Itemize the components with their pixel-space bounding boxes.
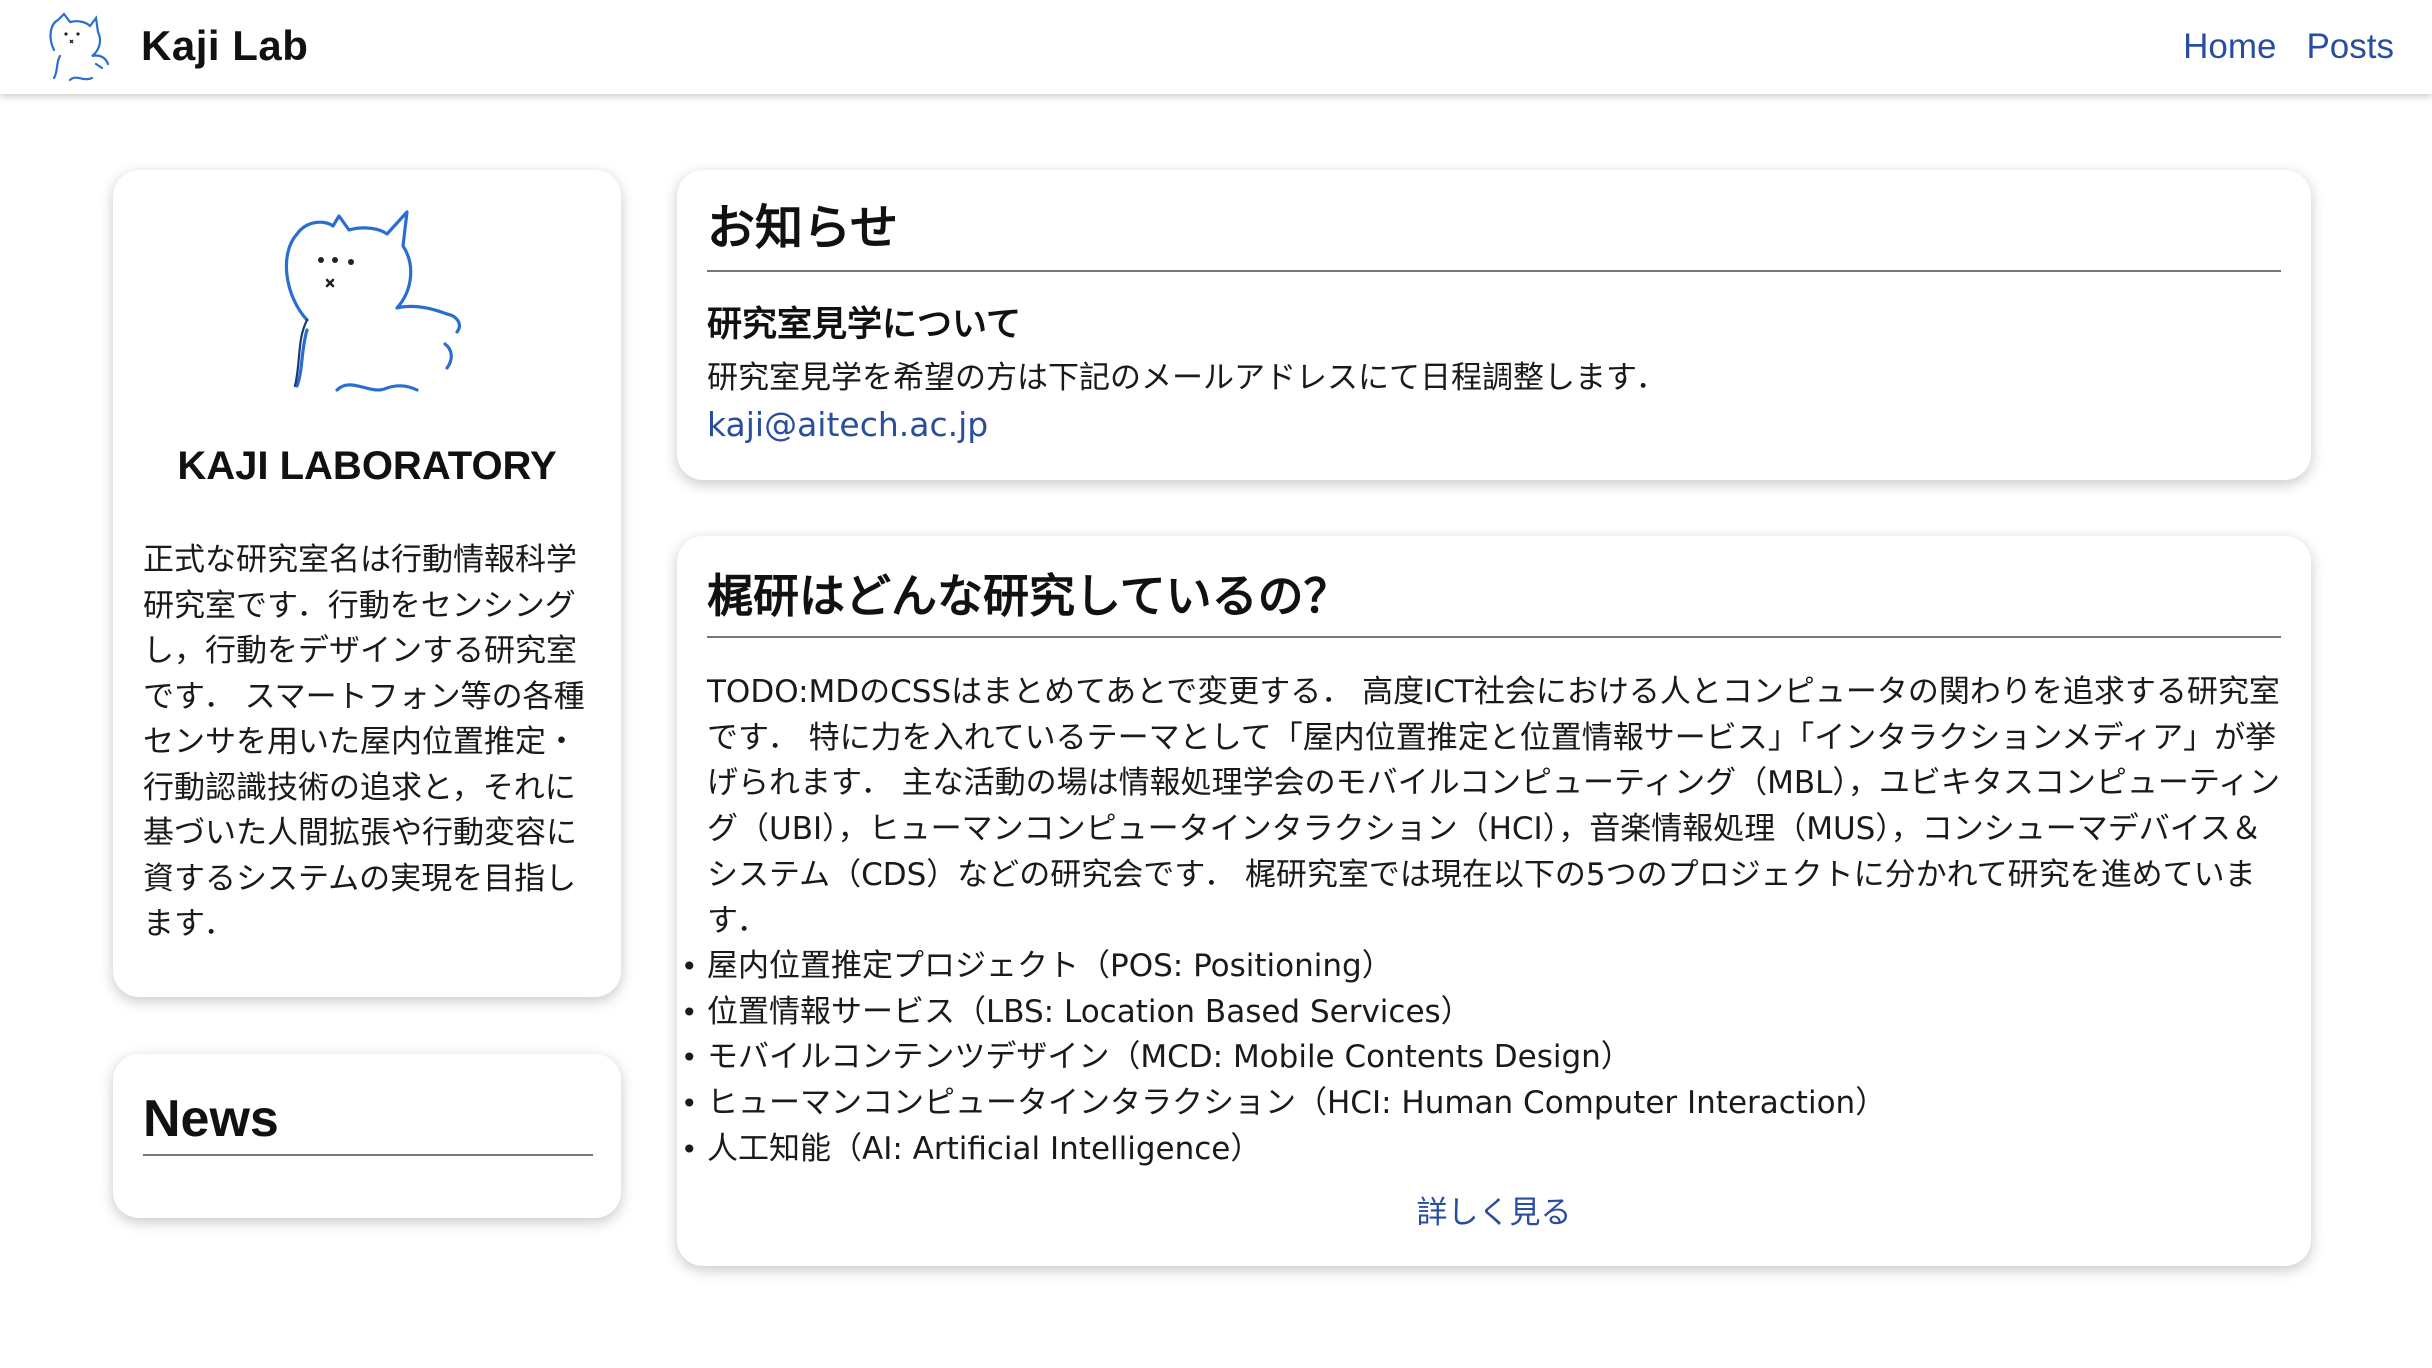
top-navbar: Kaji Lab Home Posts (0, 0, 2432, 94)
list-item: • 屋内位置推定プロジェクト（POS: Positioning） (681, 944, 1886, 990)
project-list: • 屋内位置推定プロジェクト（POS: Positioning） • 位置情報サ… (681, 944, 1887, 1173)
news-card: News (113, 1054, 621, 1218)
nav-links: Home Posts (2183, 22, 2394, 72)
profile-title: KAJI LABORATORY (177, 444, 557, 488)
nav-link-home[interactable]: Home (2183, 22, 2276, 72)
profile-description: 正式な研究室名は行動情報科学研究室です．行動をセンシングし，行動をデザインする研… (143, 542, 585, 942)
notice-item-body: 研究室見学を希望の方は下記のメールアドレスにて日程調整します． (707, 360, 1667, 396)
nav-link-posts[interactable]: Posts (2306, 22, 2394, 72)
research-description: TODO:MDのCSSはまとめてあとで変更する． 高度ICT社会における人とコン… (707, 674, 2281, 939)
bullet-icon: • (681, 950, 698, 983)
research-heading: 梶研はどんな研究しているの？ (707, 570, 1350, 622)
cat-drawing-icon (284, 210, 461, 392)
email-link[interactable]: kaji@aitech.ac.jp (707, 402, 988, 448)
profile-card: KAJI LABORATORY 正式な研究室名は行動情報科学研究室です．行動をセ… (113, 170, 621, 997)
list-item: • 人工知能（AI: Artificial Intelligence） (681, 1127, 1886, 1173)
project-label: 位置情報サービス（LBS: Location Based Services） (707, 993, 1472, 1030)
news-divider (143, 1154, 593, 1156)
notice-heading: お知らせ (707, 202, 899, 255)
project-label: 屋内位置推定プロジェクト（POS: Positioning） (707, 948, 1393, 984)
project-label: 人工知能（AI: Artificial Intelligence） (707, 1130, 1262, 1167)
cat-drawing-icon[interactable] (40, 10, 112, 86)
list-item: • ヒューマンコンピュータインタラクション（HCI: Human Compute… (681, 1081, 1887, 1127)
research-divider (707, 636, 2281, 638)
news-heading: News (143, 1090, 279, 1148)
bullet-icon: • (681, 1132, 698, 1166)
project-label: ヒューマンコンピュータインタラクション（HCI: Human Computer … (707, 1085, 1887, 1122)
notice-item-title: 研究室見学について (707, 305, 1021, 345)
research-card: 梶研はどんな研究しているの？ TODO:MDのCSSはまとめてあとで変更する． … (677, 536, 2311, 1266)
notice-card: お知らせ 研究室見学について 研究室見学を希望の方は下記のメールアドレスにて日程… (677, 170, 2311, 480)
read-more-link[interactable]: 詳しく見る (677, 1190, 2311, 1236)
bullet-icon: • (681, 1041, 698, 1075)
notice-divider (707, 270, 2281, 272)
bullet-icon: • (681, 995, 698, 1029)
bullet-icon: • (681, 1087, 698, 1121)
brand-title[interactable]: Kaji Lab (141, 18, 308, 74)
list-item: • モバイルコンテンツデザイン（MCD: Mobile Contents Des… (681, 1035, 1886, 1081)
project-label: モバイルコンテンツデザイン（MCD: Mobile Contents Desig… (707, 1039, 1632, 1076)
list-item: • 位置情報サービス（LBS: Location Based Services） (681, 990, 1886, 1036)
